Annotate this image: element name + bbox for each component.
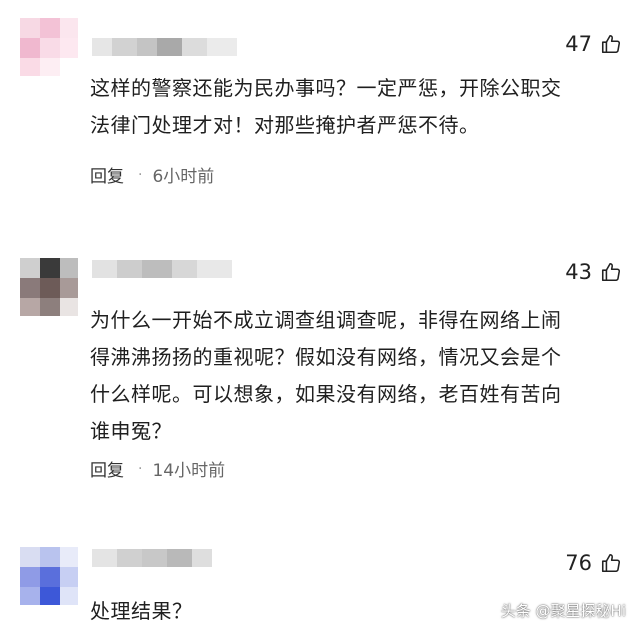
avatar[interactable]: [20, 547, 78, 605]
comment-meta: 回复 · 6小时前: [90, 162, 215, 188]
like-count: 43: [565, 260, 592, 284]
comment-text: 为什么一开始不成立调查组调查呢，非得在网络上闹 得沸沸扬扬的重视呢？假如没有网络…: [90, 302, 620, 450]
reply-button[interactable]: 回复: [90, 456, 124, 481]
like-control[interactable]: 43: [565, 260, 622, 284]
comment-text: 这样的警察还能为民办事吗？一定严惩，开除公职交 法律门处理才对！对那些掩护者严惩…: [90, 70, 620, 144]
comment-text-line: 得沸沸扬扬的重视呢？假如没有网络，情况又会是个: [90, 345, 562, 369]
thumbs-up-icon[interactable]: [600, 552, 622, 574]
avatar[interactable]: [20, 18, 78, 76]
comment-text-line: 谁申冤？: [90, 419, 172, 443]
avatar[interactable]: [20, 258, 78, 316]
username-blurred[interactable]: [92, 38, 242, 56]
watermark: 头条 @聚星探秘Hi: [500, 602, 626, 620]
comment-text-line: 法律门处理才对！对那些掩护者严惩不待。: [90, 113, 480, 137]
comment-text-line: 什么样呢。可以想象，如果没有网络，老百姓有苦向: [90, 382, 562, 406]
thumbs-up-icon[interactable]: [600, 33, 622, 55]
comment-item: 47 这样的警察还能为民办事吗？一定严惩，开除公职交 法律门处理才对！对那些掩护…: [0, 0, 640, 205]
like-control[interactable]: 76: [565, 551, 622, 575]
comment-meta: 回复 · 14小时前: [90, 456, 226, 482]
like-control[interactable]: 47: [565, 32, 622, 56]
comment-text-line: 为什么一开始不成立调查组调查呢，非得在网络上闹: [90, 308, 562, 332]
comment-item: 43 为什么一开始不成立调查组调查呢，非得在网络上闹 得沸沸扬扬的重视呢？假如没…: [0, 240, 640, 505]
reply-button[interactable]: 回复: [90, 162, 124, 187]
separator-dot: ·: [138, 460, 143, 477]
thumbs-up-icon[interactable]: [600, 261, 622, 283]
separator-dot: ·: [138, 166, 143, 183]
username-blurred[interactable]: [92, 549, 217, 567]
username-blurred[interactable]: [92, 260, 237, 278]
like-count: 47: [565, 32, 592, 56]
like-count: 76: [565, 551, 592, 575]
timestamp: 6小时前: [152, 167, 215, 187]
comment-text-line: 这样的警察还能为民办事吗？一定严惩，开除公职交: [90, 76, 562, 100]
timestamp: 14小时前: [152, 461, 226, 481]
